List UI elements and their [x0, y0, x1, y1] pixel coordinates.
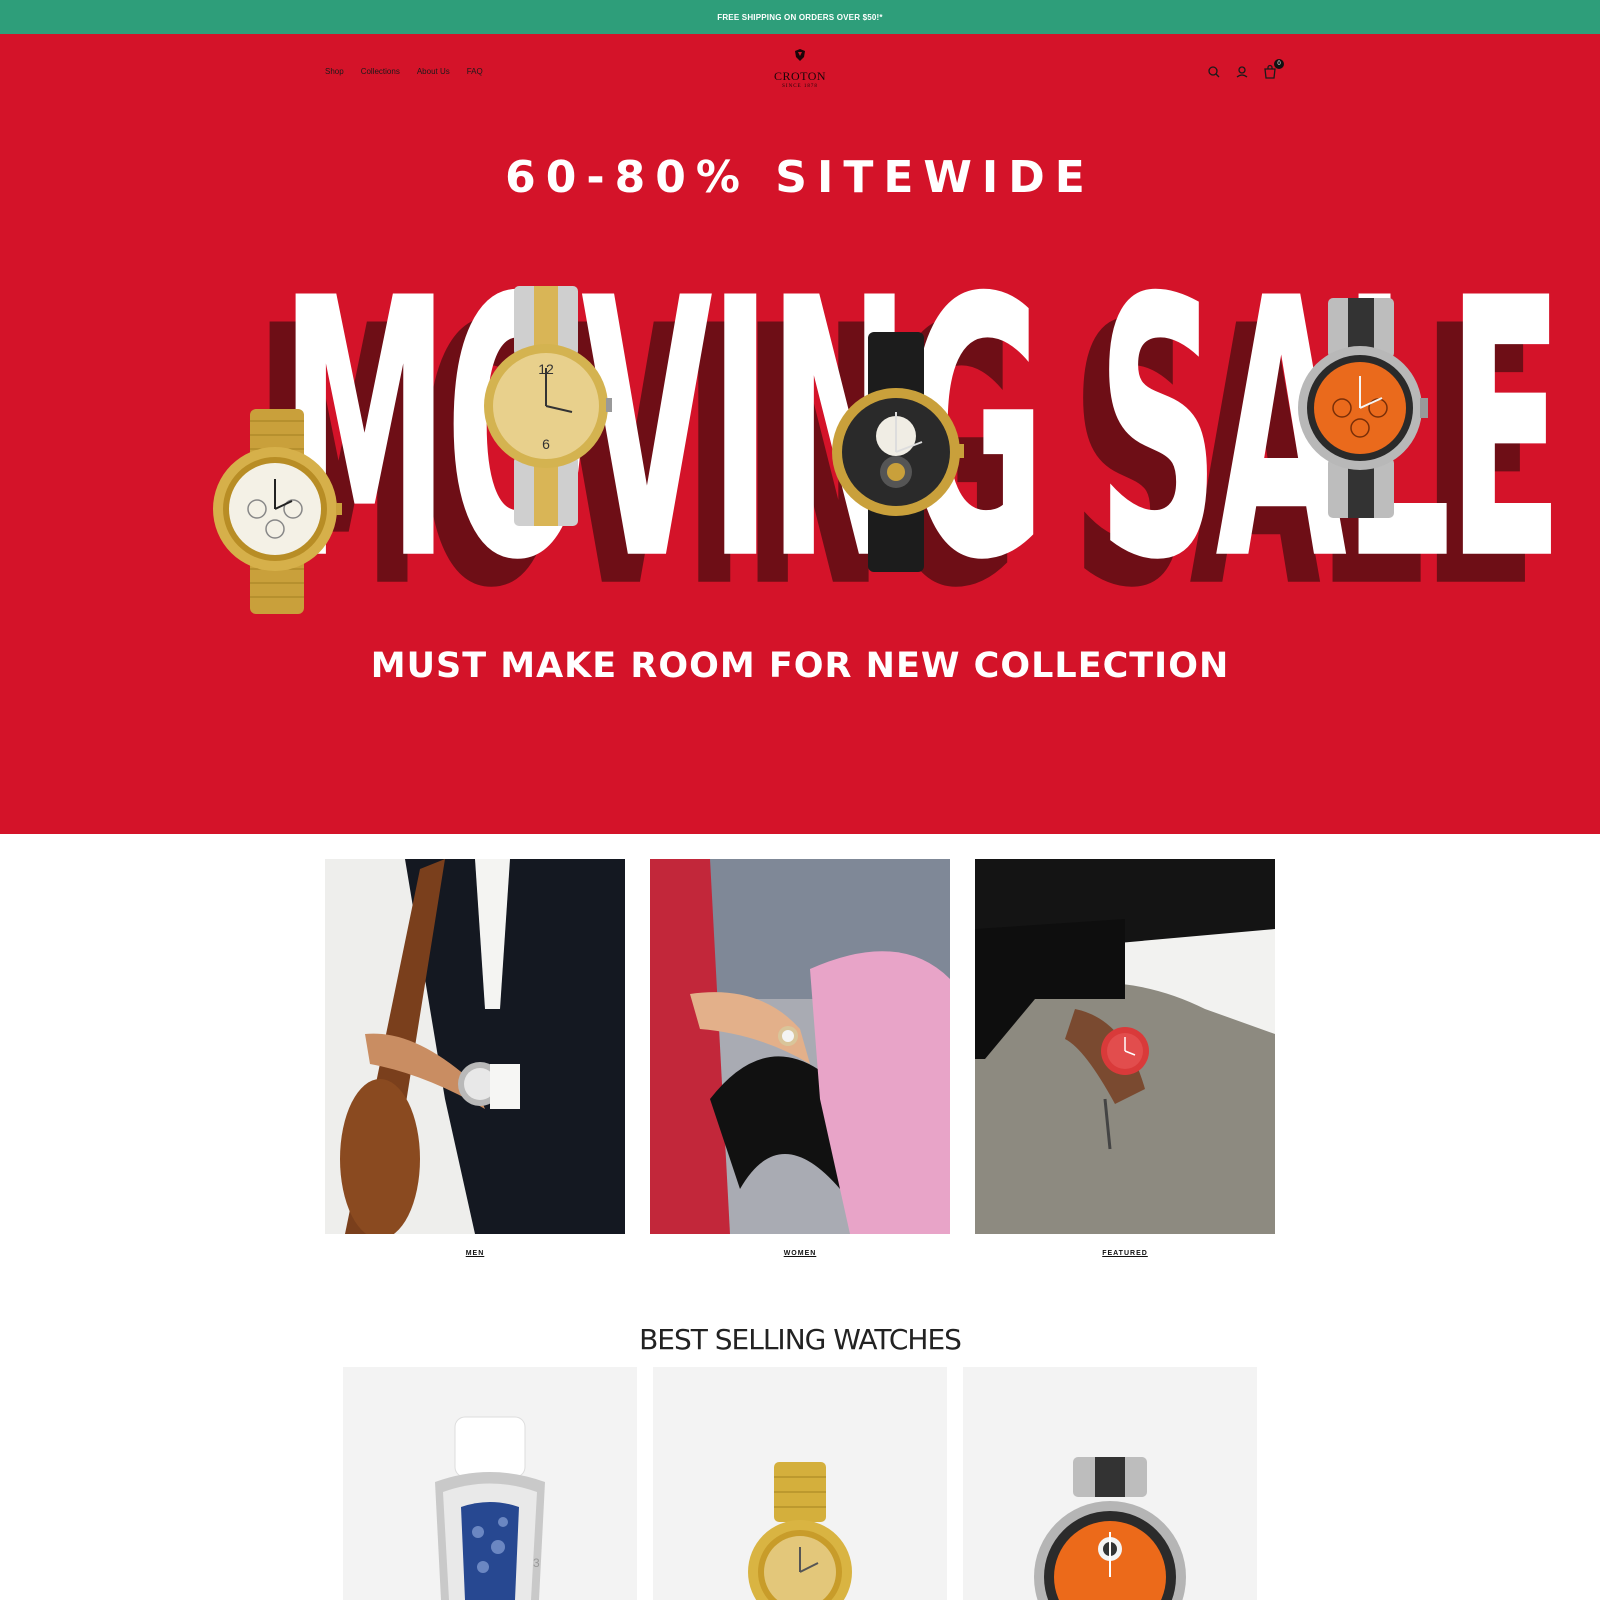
svg-text:3: 3: [533, 1556, 540, 1570]
orange-sport-watch-image: [1034, 1457, 1186, 1600]
sale-title: MOVING SALE: [280, 224, 1563, 640]
featured-category-photo[interactable]: [975, 859, 1275, 1234]
best-selling-heading: BEST SELLING WATCHES: [639, 1323, 962, 1357]
two-tone-watch-image: 12 6: [484, 286, 612, 526]
skeleton-leather-watch-image: [832, 332, 964, 572]
product-card[interactable]: 3: [343, 1367, 637, 1600]
gold-chronograph-watch-image: [213, 409, 342, 614]
product-card[interactable]: [963, 1367, 1257, 1600]
announcement-bar: FREE SHIPPING ON ORDERS OVER $50!*: [0, 0, 1600, 34]
logo-tagline: SINCE 1878: [782, 84, 818, 89]
nav-about-us[interactable]: About Us: [417, 67, 450, 76]
header-icons: 0: [1206, 59, 1284, 80]
svg-text:6: 6: [542, 436, 550, 452]
category-men-label[interactable]: MEN: [325, 1250, 625, 1257]
search-icon[interactable]: [1206, 64, 1222, 80]
hero-banner[interactable]: Shop Collections About Us FAQ CROTON SIN…: [0, 34, 1600, 834]
category-grid: MEN WOMEN FEATURED: [325, 859, 1275, 1257]
logo-wordmark: CROTON: [773, 69, 827, 83]
crest-icon: [795, 49, 805, 61]
sale-headline: 60-80% SITEWIDE: [505, 152, 1095, 203]
women-category-photo[interactable]: [650, 859, 950, 1234]
sale-title-art: MOVING SALE MOVING SALE: [254, 224, 1563, 668]
category-women[interactable]: WOMEN: [650, 859, 950, 1257]
sale-subheading: MUST MAKE ROOM FOR NEW COLLECTION: [370, 646, 1230, 686]
cart-count-badge: 0: [1274, 59, 1284, 69]
diamond-tonneau-watch-image: 3: [435, 1416, 545, 1600]
nav-faq[interactable]: FAQ: [467, 67, 483, 76]
brand-logo[interactable]: CROTON SINCE 1878: [757, 48, 843, 89]
announcement-text: FREE SHIPPING ON ORDERS OVER $50!*: [717, 12, 883, 22]
gold-dress-watch-image: [748, 1462, 852, 1600]
orange-chronograph-watch-image: [1298, 298, 1428, 518]
category-men[interactable]: MEN: [325, 859, 625, 1257]
cart-icon[interactable]: 0: [1262, 59, 1284, 80]
nav-shop[interactable]: Shop: [325, 67, 344, 76]
account-icon[interactable]: [1234, 64, 1250, 80]
category-featured-label[interactable]: FEATURED: [975, 1250, 1275, 1257]
category-women-label[interactable]: WOMEN: [650, 1250, 950, 1257]
product-card[interactable]: [653, 1367, 947, 1600]
nav-collections[interactable]: Collections: [361, 67, 400, 76]
category-featured[interactable]: FEATURED: [975, 859, 1275, 1257]
men-category-photo[interactable]: [325, 859, 625, 1234]
main-nav: Shop Collections About Us FAQ: [325, 67, 483, 76]
best-selling-products: 3: [343, 1367, 1257, 1600]
